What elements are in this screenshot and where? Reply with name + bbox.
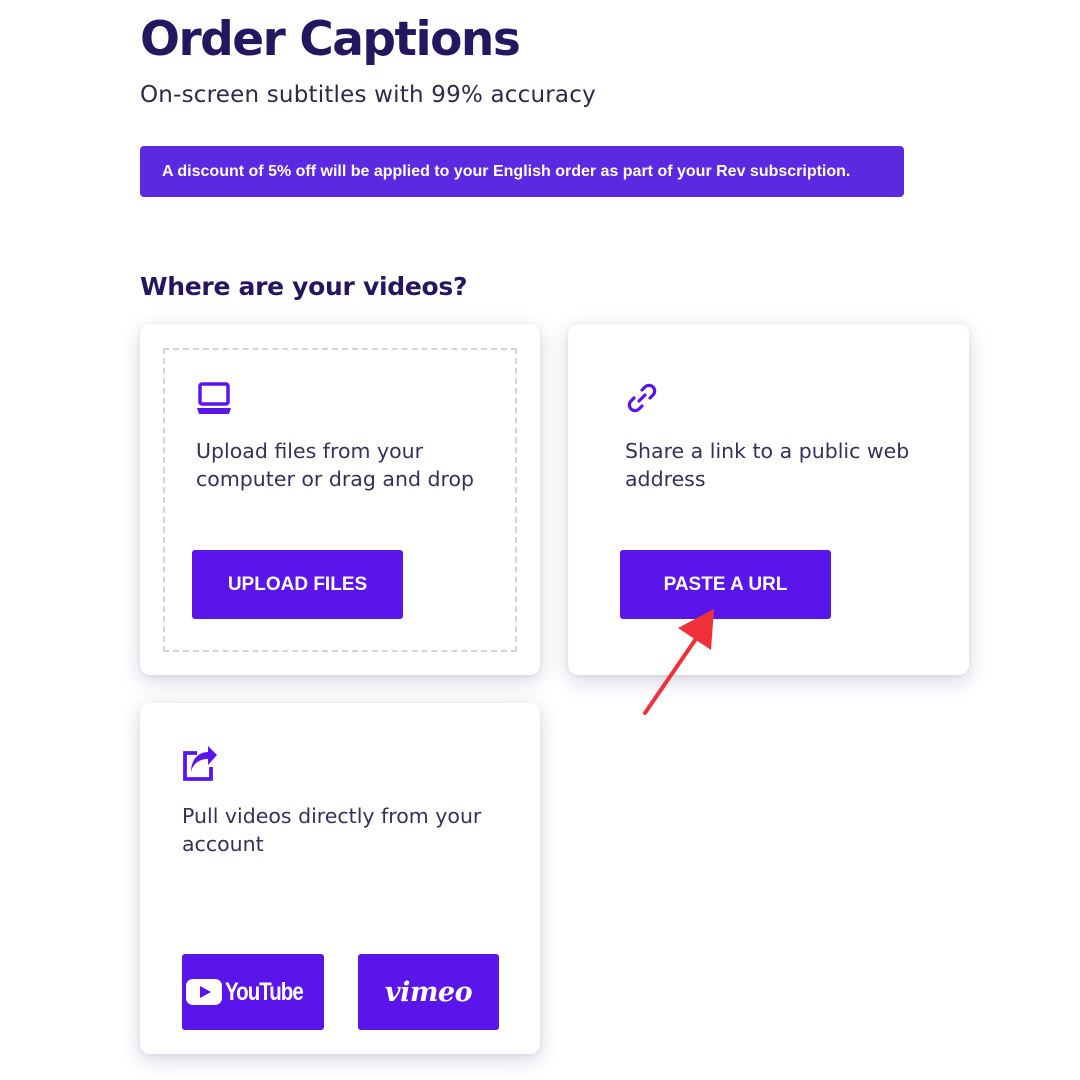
page-title: Order Captions — [140, 12, 521, 67]
upload-description-line-2: computer or drag and drop — [196, 467, 475, 491]
pull-description-line-2: account — [182, 832, 264, 856]
vimeo-wordmark: vimeo — [384, 976, 473, 1008]
upload-description: Upload files from your computer or drag … — [196, 437, 474, 493]
paste-url-card[interactable]: Share a link to a public web address PAS… — [568, 324, 969, 675]
upload-card[interactable]: Upload files from your computer or drag … — [140, 324, 540, 675]
youtube-play-icon — [186, 979, 223, 1005]
youtube-logo: YouTube — [186, 978, 320, 1007]
laptop-icon — [195, 380, 235, 420]
pull-description: Pull videos directly from your account — [182, 802, 481, 858]
section-heading: Where are your videos? — [140, 272, 468, 301]
url-description-line-1: Share a link to a public web — [625, 439, 910, 463]
upload-description-line-1: Upload files from your — [196, 439, 424, 463]
url-description-line-2: address — [625, 467, 706, 491]
link-icon — [624, 380, 664, 420]
pull-description-line-1: Pull videos directly from your — [182, 804, 482, 828]
youtube-wordmark: YouTube — [225, 977, 304, 1006]
page-subtitle: On-screen subtitles with 99% accuracy — [140, 82, 596, 108]
upload-files-button[interactable]: UPLOAD FILES — [192, 550, 403, 619]
discount-banner-text: A discount of 5% off will be applied to … — [162, 162, 851, 180]
url-description: Share a link to a public web address — [625, 437, 909, 493]
discount-banner: A discount of 5% off will be applied to … — [140, 146, 904, 197]
pull-videos-card: Pull videos directly from your account Y… — [140, 703, 540, 1054]
paste-url-button[interactable]: PASTE A URL — [620, 550, 831, 619]
share-icon — [181, 745, 221, 785]
youtube-button[interactable]: YouTube — [182, 954, 324, 1030]
vimeo-button[interactable]: vimeo — [358, 954, 499, 1030]
